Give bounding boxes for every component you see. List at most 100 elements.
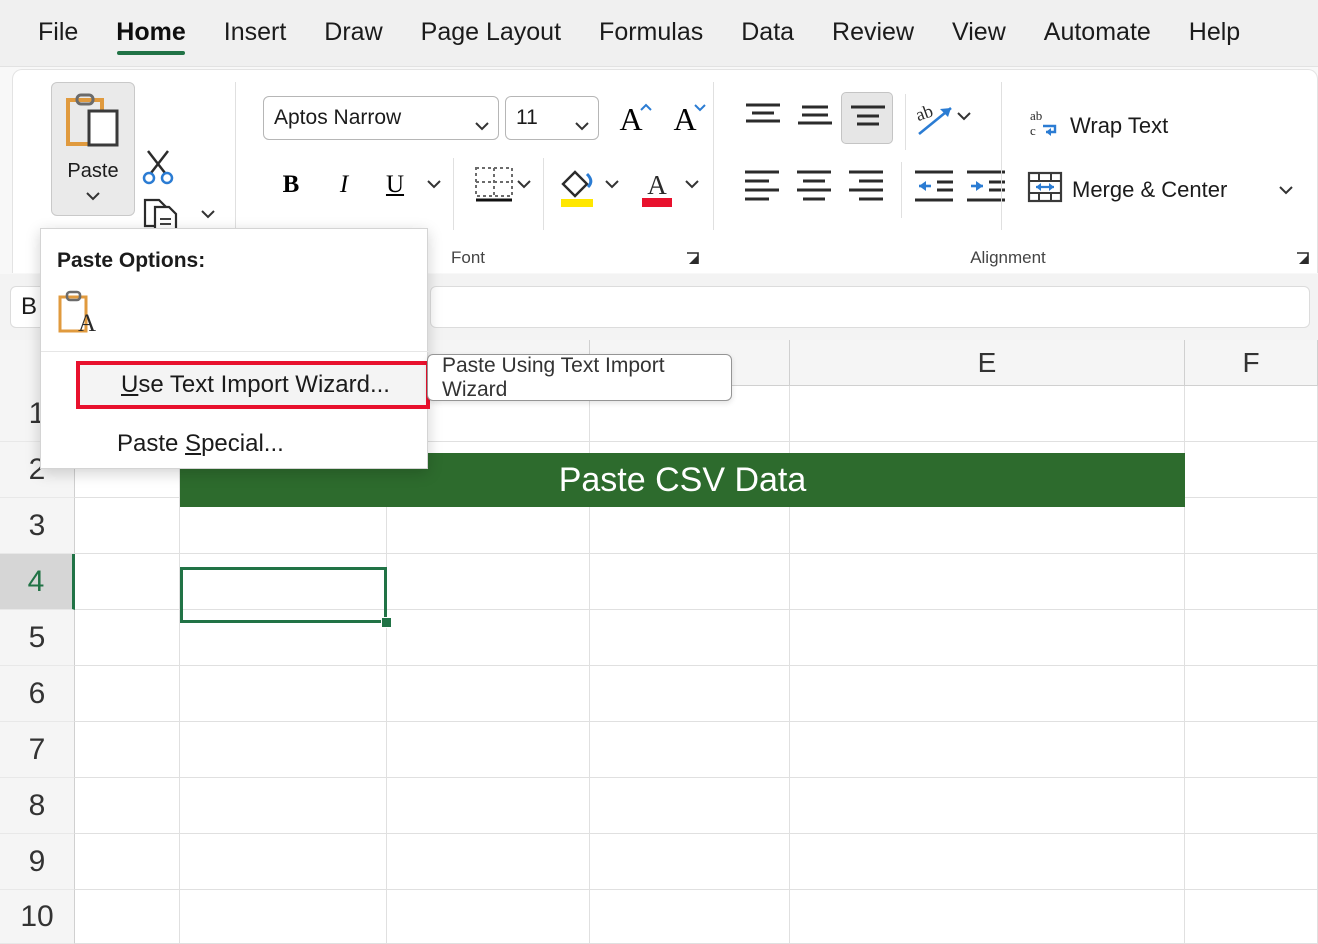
group-separator [453,158,454,230]
svg-text:ab: ab [913,100,936,125]
grid-row[interactable] [75,890,1318,944]
font-family-combo[interactable]: Aptos Narrow [263,96,499,140]
italic-label: I [340,171,348,199]
column-header-e[interactable]: E [790,340,1185,386]
row-header[interactable]: 5 [0,610,75,666]
row-header[interactable]: 7 [0,722,75,778]
row-header[interactable]: 6 [0,666,75,722]
increase-font-size-button[interactable]: A [613,100,649,138]
cut-button[interactable] [141,148,175,191]
wrap-text-button[interactable]: ab c Wrap Text [1027,106,1168,146]
alignment-group-label: Alignment [923,248,1093,268]
tab-formulas[interactable]: Formulas [599,14,703,55]
paste-options-title: Paste Options: [57,249,205,273]
chevron-down-icon[interactable] [474,113,490,123]
underline-button[interactable]: U [379,167,411,203]
align-bottom-button[interactable] [841,92,893,144]
increase-indent-button[interactable] [963,166,1011,213]
fill-color-button[interactable] [557,166,597,213]
borders-more-button[interactable] [513,173,535,195]
align-left-button[interactable] [741,166,785,213]
merge-center-icon [1027,170,1063,210]
tab-draw[interactable]: Draw [324,14,382,55]
tab-review[interactable]: Review [832,14,914,55]
font-size-combo[interactable]: 11 [505,96,599,140]
svg-text:A: A [78,310,96,337]
font-dialog-launcher[interactable] [685,251,701,267]
tab-help[interactable]: Help [1189,14,1240,55]
tab-file[interactable]: File [38,14,78,55]
merge-center-button[interactable]: Merge & Center [1027,170,1227,210]
bold-button[interactable]: B [275,167,307,203]
chevron-down-icon [684,179,700,189]
column-header-f[interactable]: F [1185,340,1318,386]
menu-item-use-text-import-wizard[interactable]: Use Text Import Wizard... [76,361,430,409]
chevron-down-icon [1277,184,1295,195]
chevron-down-icon[interactable] [85,188,101,198]
merge-center-label: Merge & Center [1072,177,1227,203]
decrease-font-size-button[interactable]: A [667,100,703,138]
bold-label: B [283,171,300,199]
row-header[interactable]: 8 [0,778,75,834]
fill-color-more-button[interactable] [601,173,623,195]
formula-input[interactable] [430,286,1310,328]
tab-data[interactable]: Data [741,14,794,55]
align-middle-button[interactable] [793,98,837,143]
grid-row[interactable] [75,778,1318,834]
fill-color-icon [557,166,597,208]
tab-home[interactable]: Home [116,14,185,55]
chevron-down-icon [199,208,217,220]
paste-clipboard-icon [65,93,121,156]
tab-automate[interactable]: Automate [1044,14,1151,55]
align-right-button[interactable] [845,166,889,213]
paste-text-option-button[interactable]: A [57,289,101,342]
align-center-button[interactable] [793,166,837,213]
grid-row[interactable] [75,834,1318,890]
chevron-down-icon[interactable] [574,113,590,123]
fill-handle[interactable] [381,617,392,628]
grid-row[interactable] [75,722,1318,778]
font-color-more-button[interactable] [681,173,703,195]
clipboard-more-button[interactable] [199,207,217,225]
selected-cell-b4[interactable] [180,567,387,623]
tab-insert[interactable]: Insert [224,14,287,55]
group-separator [905,94,906,150]
alignment-dialog-launcher[interactable] [1295,251,1311,267]
font-color-button[interactable]: A [639,166,675,213]
menu-item-label: Paste Special... [117,430,284,458]
font-family-value: Aptos Narrow [274,106,474,130]
menu-item-paste-special[interactable]: Paste Special... [41,418,429,470]
borders-icon [473,165,515,207]
font-color-icon: A [639,166,675,208]
underline-more-button[interactable] [423,173,445,195]
align-middle-icon [793,98,837,138]
chevron-down-icon [604,179,620,189]
tab-page-layout[interactable]: Page Layout [421,14,561,55]
italic-button[interactable]: I [328,167,360,203]
excel-window: File Home Insert Draw Page Layout Formul… [0,0,1318,944]
row-header[interactable]: 10 [0,890,75,944]
align-top-button[interactable] [741,98,785,143]
group-separator [713,82,714,230]
merge-center-more-button[interactable] [1275,178,1297,200]
font-size-value: 11 [516,106,574,130]
grid-row[interactable] [75,666,1318,722]
menu-divider [41,351,429,352]
tooltip-paste-using-text-import-wizard: Paste Using Text Import Wizard [427,354,732,401]
align-top-icon [741,98,785,138]
chevron-down-icon [516,179,532,189]
align-right-icon [845,166,889,208]
row-header[interactable]: 3 [0,498,75,554]
group-separator [235,82,236,230]
paste-button[interactable]: Paste [51,82,135,216]
underline-label: U [386,171,404,199]
row-header[interactable]: 9 [0,834,75,890]
wrap-text-label: Wrap Text [1070,113,1168,139]
svg-text:ab: ab [1030,108,1042,123]
borders-button[interactable] [473,165,515,212]
group-separator [543,158,544,230]
orientation-more-button[interactable] [953,105,975,127]
row-header-selected[interactable]: 4 [0,554,75,610]
decrease-indent-button[interactable] [911,166,959,213]
tab-view[interactable]: View [952,14,1006,55]
